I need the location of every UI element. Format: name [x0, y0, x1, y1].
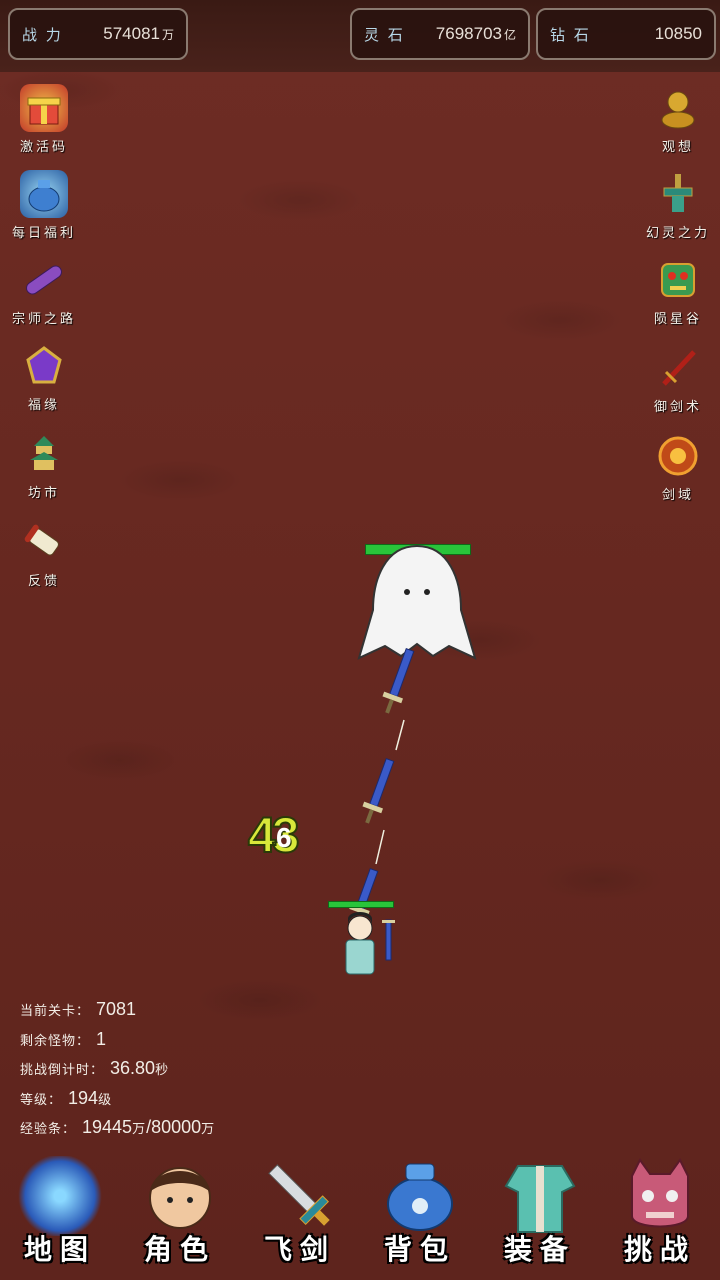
- nav-equipment-label: 装备: [503, 1233, 576, 1266]
- nav-backpack-label: 背包: [383, 1233, 456, 1266]
- bottom-navigation: 地图 角色 飞剑 背包 装备 挑战: [0, 1150, 720, 1280]
- stat-experience-max: /80000: [146, 1117, 202, 1137]
- spirit-stone-value: 7698703: [435, 24, 502, 43]
- gift-box-icon: [20, 84, 68, 132]
- menu-market-label: 坊市: [27, 486, 60, 501]
- spirit-stone-unit: 亿: [503, 28, 516, 42]
- golden-statue-icon: [654, 84, 702, 132]
- menu-fortune-label: 福缘: [27, 398, 60, 413]
- stat-current-stage-label: 当前关卡：: [20, 1004, 91, 1019]
- nav-challenge-label: 挑战: [623, 1233, 696, 1266]
- damage-number-secondary: 6: [276, 822, 292, 853]
- robe-armor-icon: [498, 1156, 582, 1236]
- stat-countdown-unit: 秒: [155, 1063, 170, 1078]
- stat-countdown-label: 挑战倒计时：: [20, 1063, 105, 1078]
- lucky-bag-icon: [20, 170, 68, 218]
- stat-experience-current-unit: 万: [132, 1122, 147, 1137]
- diamond-label: 钻 石: [550, 25, 591, 44]
- menu-visualize-label: 观想: [661, 140, 694, 155]
- stat-countdown-value: 36.80: [110, 1058, 156, 1078]
- flying-sword-icon: [258, 1156, 342, 1236]
- menu-master-road[interactable]: 宗师之路: [4, 256, 84, 327]
- menu-feedback[interactable]: 反馈: [4, 518, 84, 589]
- stat-level-value: 194: [68, 1087, 99, 1108]
- power-value: 574081: [103, 24, 160, 43]
- stat-experience-current: 19445: [82, 1117, 133, 1137]
- nav-flying-sword-label: 飞剑: [263, 1233, 336, 1266]
- menu-master-road-label: 宗师之路: [11, 312, 76, 327]
- demon-face-icon: [618, 1156, 702, 1236]
- menu-daily-welfare-label: 每日福利: [11, 226, 76, 241]
- stat-countdown: 挑战倒计时： 36.80秒: [20, 1055, 215, 1085]
- menu-visualize[interactable]: 观想: [638, 84, 718, 155]
- top-resource-bar: 战 力 574081 万 灵 石 7698703 亿 钻 石 10850: [0, 0, 720, 72]
- sword-hilt-icon: [654, 170, 702, 218]
- stats-panel: 当前关卡： 7081 剩余怪物： 1 挑战倒计时： 36.80秒 等级： 194级 经验…: [20, 996, 215, 1144]
- menu-meteor-valley-label: 陨星谷: [653, 312, 702, 327]
- nav-flying-sword[interactable]: 飞剑: [250, 1156, 350, 1268]
- stat-remaining-monsters-label: 剩余怪物：: [20, 1033, 91, 1049]
- menu-daily-welfare[interactable]: 每日福利: [4, 170, 84, 241]
- menu-fortune[interactable]: 福缘: [4, 342, 84, 413]
- fire-orb-icon: [654, 432, 702, 480]
- menu-meteor-valley[interactable]: 陨星谷: [638, 256, 718, 327]
- menu-activation-code[interactable]: 激活码: [4, 84, 84, 155]
- map-globe-icon: [18, 1156, 102, 1236]
- menu-feedback-label: 反馈: [27, 574, 60, 589]
- menu-phantom-power-label: 幻灵之力: [645, 226, 710, 241]
- stat-experience: 经验条： 19445万/80000万: [20, 1114, 215, 1144]
- stat-current-stage-value: 7081: [96, 999, 137, 1019]
- menu-sword-domain-label: 剑域: [661, 488, 694, 503]
- stat-level-label: 等级：: [20, 1092, 63, 1108]
- nav-character-label: 角色: [143, 1233, 216, 1266]
- stat-current-stage: 当前关卡： 7081: [20, 996, 215, 1026]
- feedback-scroll-icon: [20, 518, 68, 566]
- spirit-stone-display: 灵 石 7698703 亿: [350, 8, 530, 60]
- menu-sword-domain[interactable]: 剑域: [638, 432, 718, 503]
- stat-experience-label: 经验条：: [20, 1122, 77, 1137]
- power-display: 战 力 574081 万: [8, 8, 188, 60]
- stat-remaining-monsters-value: 1: [96, 1028, 107, 1049]
- stat-level-unit: 级: [98, 1092, 113, 1108]
- demon-mask-icon: [654, 256, 702, 304]
- red-sword-icon: [654, 344, 702, 392]
- stat-remaining-monsters: 剩余怪物： 1: [20, 1026, 215, 1056]
- menu-market[interactable]: 坊市: [4, 430, 84, 501]
- stat-level: 等级： 194级: [20, 1085, 215, 1115]
- spirit-stone-label: 灵 石: [364, 25, 405, 44]
- stat-experience-max-unit: 万: [201, 1122, 216, 1137]
- menu-activation-code-label: 激活码: [19, 140, 68, 155]
- pagoda-icon: [20, 430, 68, 478]
- nav-backpack[interactable]: 背包: [370, 1156, 470, 1268]
- power-unit: 万: [161, 28, 174, 42]
- power-label: 战 力: [22, 25, 63, 44]
- character-portrait-icon: [138, 1156, 222, 1236]
- menu-sword-control[interactable]: 御剑术: [638, 344, 718, 415]
- menu-sword-control-label: 御剑术: [653, 400, 702, 415]
- diamond-value: 10850: [654, 24, 702, 43]
- diamond-display: 钻 石 10850: [536, 8, 716, 60]
- nav-challenge[interactable]: 挑战: [610, 1156, 710, 1268]
- scroll-icon: [20, 256, 68, 304]
- purple-gem-icon: [20, 342, 68, 390]
- nav-character[interactable]: 角色: [130, 1156, 230, 1268]
- nav-map[interactable]: 地图: [10, 1156, 110, 1268]
- nav-equipment[interactable]: 装备: [490, 1156, 590, 1268]
- backpack-bag-icon: [378, 1156, 462, 1236]
- menu-phantom-power[interactable]: 幻灵之力: [638, 170, 718, 241]
- player-character[interactable]: [330, 906, 402, 980]
- nav-map-label: 地图: [23, 1233, 96, 1266]
